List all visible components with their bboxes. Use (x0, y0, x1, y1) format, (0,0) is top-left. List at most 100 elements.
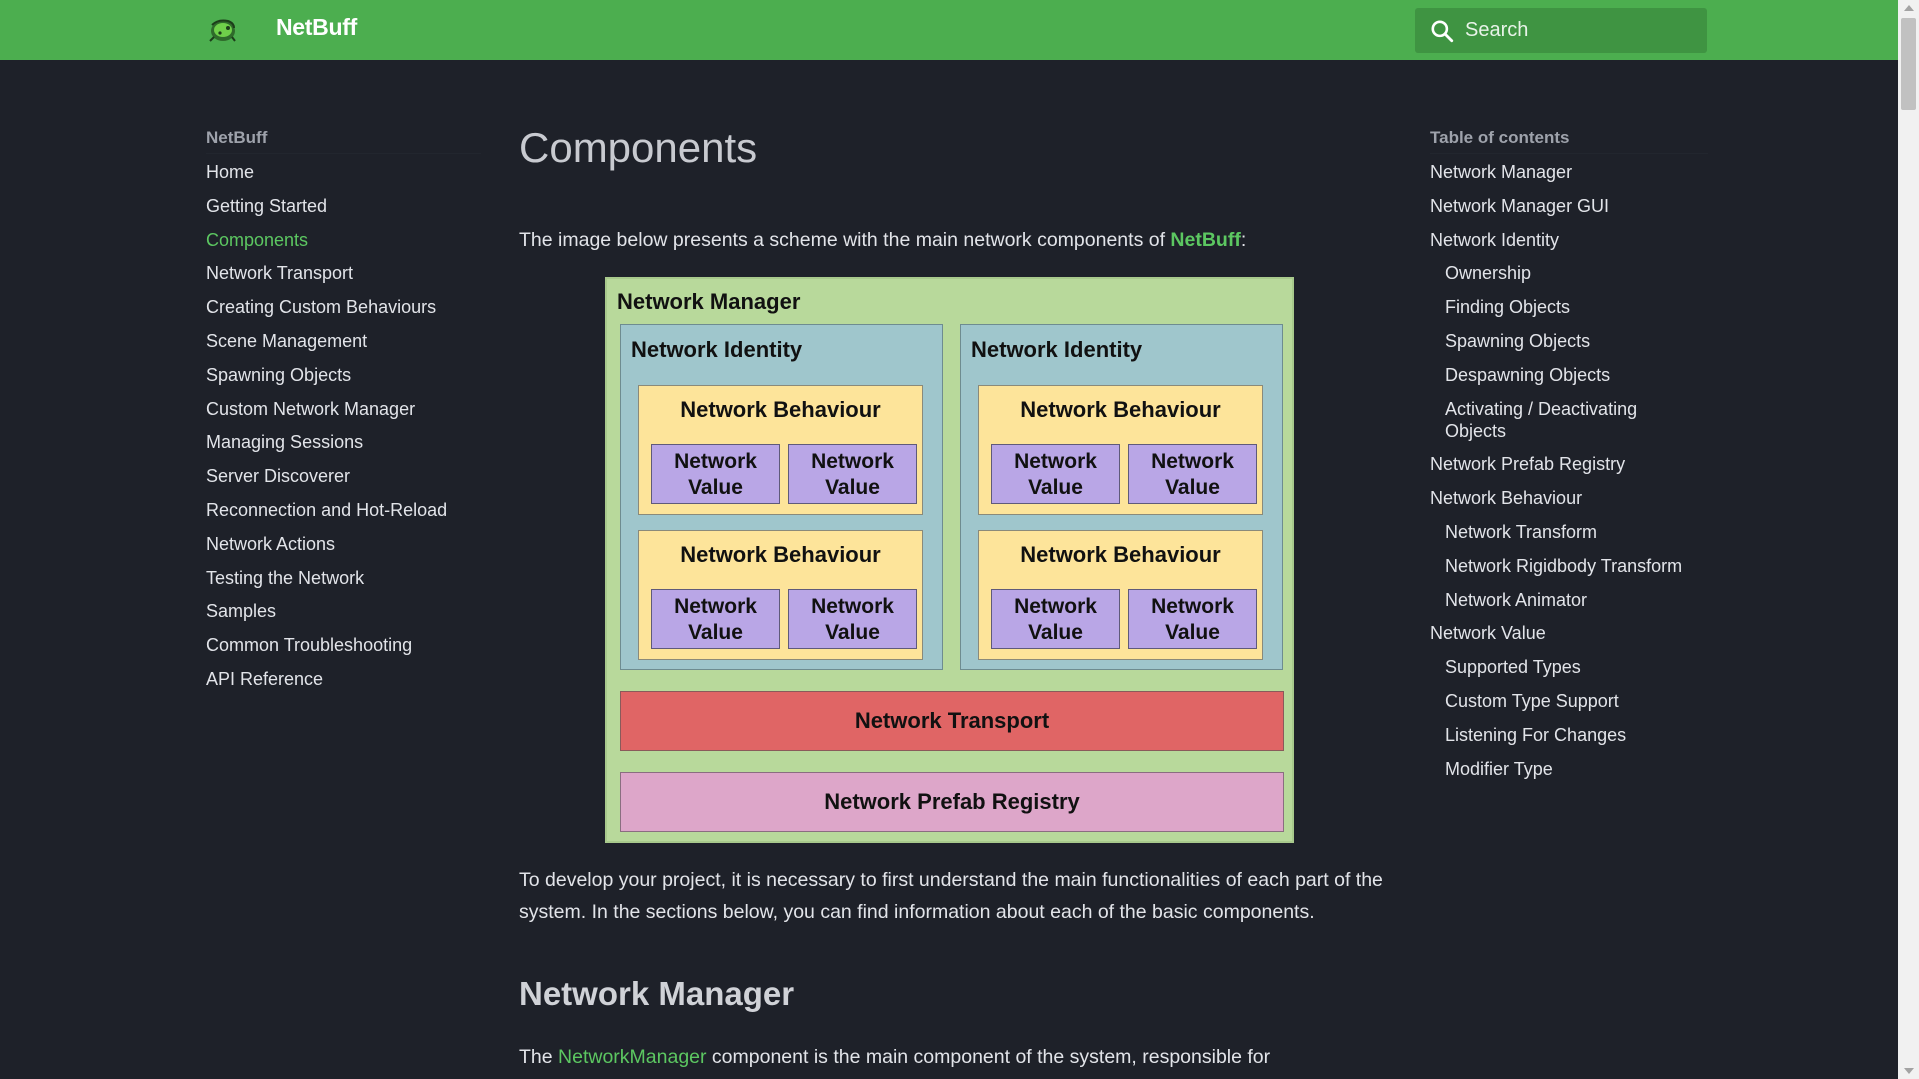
overview-paragraph: To develop your project, it is necessary… (519, 869, 1383, 923)
value-line-1: Network (811, 450, 894, 473)
p3-text-after: component is the main component of the s… (706, 1046, 1271, 1068)
diagram-network-identity-label: Network Identity (631, 337, 803, 362)
table-of-contents: Network Manager Network Manager GUI Netw… (1430, 157, 1700, 787)
diagram-network-identity-box: Network Identity Network Behaviour Netwo… (620, 324, 943, 670)
scroll-down-arrow-icon[interactable] (1904, 1068, 1914, 1074)
toc-divider (1430, 153, 1708, 154)
diagram-network-behaviour-box: Network Behaviour Network Value Network Va… (978, 530, 1263, 660)
search-input[interactable] (1465, 8, 1697, 53)
toc-item-custom-type-support[interactable]: Custom Type Support (1430, 686, 1700, 720)
toc-item-network-prefab-registry[interactable]: Network Prefab Registry (1430, 449, 1700, 483)
diagram-network-value-box: Network Value (1128, 444, 1257, 504)
p3-text-before: The (519, 1046, 559, 1068)
nav-item-scene-management[interactable]: Scene Management (206, 326, 447, 360)
value-line-1: Network (1151, 450, 1234, 473)
toc-item-network-behaviour[interactable]: Network Behaviour (1430, 483, 1700, 517)
nav-item-server-discoverer[interactable]: Server Discoverer (206, 461, 447, 495)
search-box[interactable] (1415, 8, 1707, 53)
diagram-network-behaviour-label: Network Behaviour (680, 542, 881, 567)
nav-item-testing-the-network[interactable]: Testing the Network (206, 563, 447, 597)
value-line-2: Value (1165, 621, 1220, 644)
diagram-network-transport-box: Network Transport (620, 691, 1284, 751)
nav-item-spawning-objects[interactable]: Spawning Objects (206, 360, 447, 394)
nav-item-components[interactable]: Components (206, 225, 447, 259)
intro-paragraph: The image below presents a scheme with t… (519, 224, 1399, 256)
nav-item-creating-custom-behaviours[interactable]: Creating Custom Behaviours (206, 292, 447, 326)
nav-item-network-transport[interactable]: Network Transport (206, 258, 447, 292)
value-line-1: Network (674, 450, 757, 473)
diagram-network-value-box: Network Value (991, 444, 1120, 504)
intro-text: The image below presents a scheme with t… (519, 229, 1171, 251)
diagram-network-manager-label: Network Manager (617, 289, 801, 314)
network-manager-link[interactable]: NetworkManager (558, 1046, 706, 1068)
nav-item-getting-started[interactable]: Getting Started (206, 191, 447, 225)
toc-item-network-transform[interactable]: Network Transform (1430, 517, 1700, 551)
value-line-2: Value (1028, 476, 1083, 499)
nav-item-common-troubleshooting[interactable]: Common Troubleshooting (206, 630, 447, 664)
intro-colon: : (1240, 229, 1247, 251)
nav-item-reconnection-hot-reload[interactable]: Reconnection and Hot-Reload (206, 495, 447, 529)
diagram-network-prefab-registry-box: Network Prefab Registry (620, 772, 1284, 832)
value-line-2: Value (1028, 621, 1083, 644)
diagram-network-value-box: Network Value (788, 444, 917, 504)
site-title[interactable]: NetBuff (276, 14, 357, 41)
toc-item-network-rigidbody-transform[interactable]: Network Rigidbody Transform (1430, 551, 1700, 585)
diagram-network-behaviour-box: Network Behaviour Network Value Network Va… (638, 385, 923, 515)
value-line-1: Network (674, 595, 757, 618)
nav-item-samples[interactable]: Samples (206, 596, 447, 630)
nav-divider (206, 153, 481, 154)
toc-item-listening-for-changes[interactable]: Listening For Changes (1430, 720, 1700, 754)
diagram-network-behaviour-label: Network Behaviour (1020, 397, 1221, 422)
value-line-1: Network (811, 595, 894, 618)
diagram-network-behaviour-label: Network Behaviour (680, 397, 881, 422)
value-line-2: Value (825, 476, 880, 499)
search-icon (1431, 20, 1454, 43)
value-line-2: Value (688, 476, 743, 499)
toc-item-supported-types[interactable]: Supported Types (1430, 652, 1700, 686)
netbuff-logo-icon[interactable] (206, 15, 238, 45)
page-title: Components (519, 124, 758, 171)
scroll-up-arrow-icon[interactable] (1904, 5, 1914, 11)
toc-item-activating-deactivating-objects[interactable]: Activating / Deactivating Objects (1430, 394, 1700, 450)
toc-item-network-identity[interactable]: Network Identity (1430, 225, 1700, 259)
sidebar-nav: Home Getting Started Components Network … (206, 157, 447, 698)
toc-item-spawning-objects[interactable]: Spawning Objects (1430, 326, 1700, 360)
nav-item-custom-network-manager[interactable]: Custom Network Manager (206, 394, 447, 428)
toc-item-network-manager[interactable]: Network Manager (1430, 157, 1700, 191)
network-manager-paragraph: The NetworkManager component is the main… (519, 1041, 1399, 1073)
page-scrollbar[interactable] (1898, 0, 1919, 1079)
section-heading-network-manager: Network Manager (519, 975, 795, 1012)
diagram-network-value-box: Network Value (651, 444, 780, 504)
top-header: NetBuff (0, 0, 1898, 60)
value-line-1: Network (1151, 595, 1234, 618)
toc-item-finding-objects[interactable]: Finding Objects (1430, 292, 1700, 326)
diagram-network-behaviour-box: Network Behaviour Network Value Network Va… (638, 530, 923, 660)
toc-item-network-animator[interactable]: Network Animator (1430, 585, 1700, 619)
toc-item-modifier-type[interactable]: Modifier Type (1430, 754, 1700, 788)
value-line-1: Network (1014, 595, 1097, 618)
diagram-network-behaviour-box: Network Behaviour Network Value Network Va… (978, 385, 1263, 515)
toc-item-network-manager-gui[interactable]: Network Manager GUI (1430, 191, 1700, 225)
diagram-network-value-box: Network Value (651, 589, 780, 649)
diagram-network-identity-box: Network Identity Network Behaviour Netwo… (960, 324, 1283, 670)
nav-item-managing-sessions[interactable]: Managing Sessions (206, 427, 447, 461)
nav-item-api-reference[interactable]: API Reference (206, 664, 447, 698)
diagram-network-value-box: Network Value (1128, 589, 1257, 649)
diagram-network-behaviour-label: Network Behaviour (1020, 542, 1221, 567)
value-line-2: Value (688, 621, 743, 644)
netbuff-link[interactable]: NetBuff (1170, 229, 1240, 251)
scrollbar-thumb[interactable] (1901, 18, 1916, 110)
value-line-2: Value (1165, 476, 1220, 499)
diagram-network-value-box: Network Value (788, 589, 917, 649)
toc-item-ownership[interactable]: Ownership (1430, 258, 1700, 292)
value-line-1: Network (1014, 450, 1097, 473)
value-line-2: Value (825, 621, 880, 644)
toc-item-despawning-objects[interactable]: Despawning Objects (1430, 360, 1700, 394)
diagram-network-value-box: Network Value (991, 589, 1120, 649)
diagram-network-identity-label: Network Identity (971, 337, 1143, 362)
nav-item-home[interactable]: Home (206, 157, 447, 191)
nav-title: NetBuff (206, 128, 268, 147)
toc-item-network-value[interactable]: Network Value (1430, 618, 1700, 652)
components-diagram: Network Manager Network Identity Network… (605, 277, 1294, 843)
nav-item-network-actions[interactable]: Network Actions (206, 529, 447, 563)
